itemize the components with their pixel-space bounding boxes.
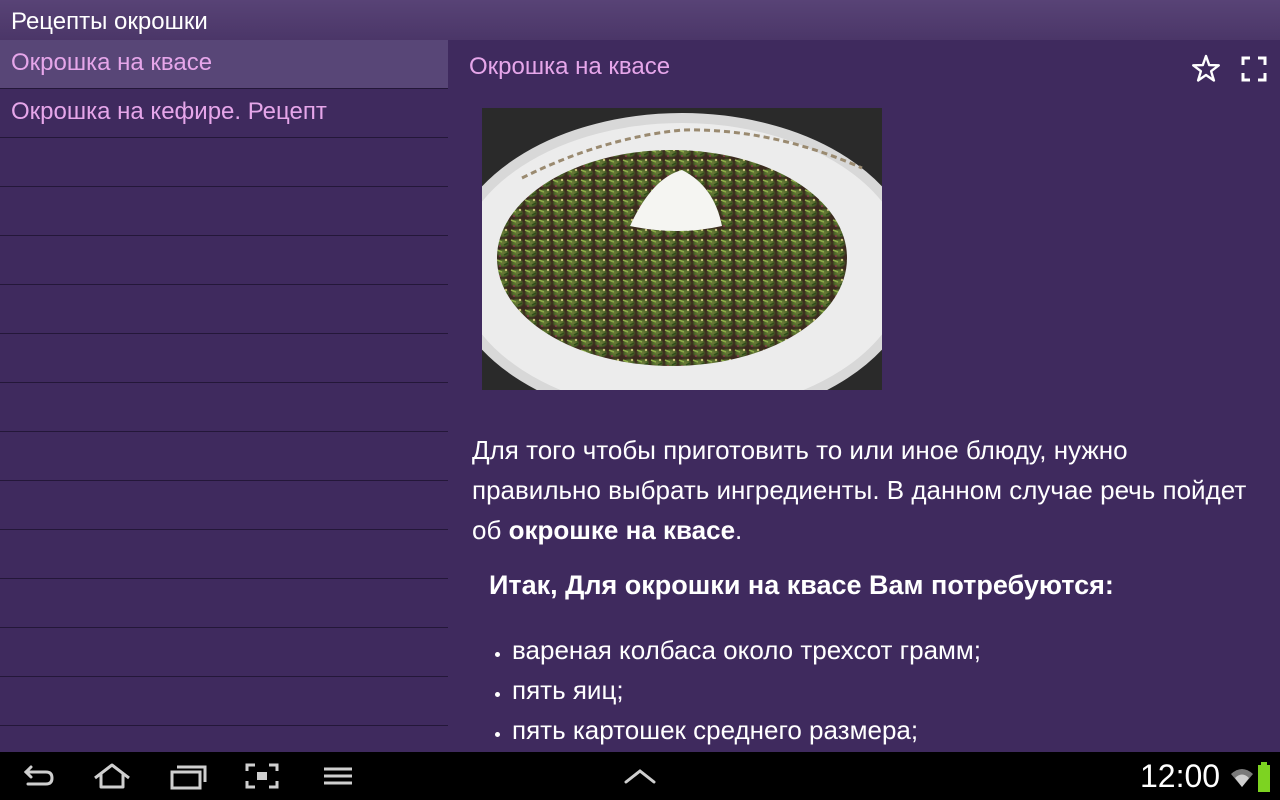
star-outline-icon[interactable]: [1188, 51, 1224, 87]
battery-icon: [1258, 762, 1270, 792]
list-item-empty: [0, 481, 448, 530]
home-icon[interactable]: [92, 758, 132, 794]
app-title: Рецепты окрошки: [11, 8, 208, 35]
list-item-empty: [0, 579, 448, 628]
list-item-empty: [0, 285, 448, 334]
ingredients-list: вареная колбаса около трехсот грамм; пят…: [491, 630, 981, 750]
recipe-list: Окрошка на квасе Окрошка на кефире. Реце…: [0, 40, 448, 752]
recent-apps-icon[interactable]: [168, 758, 208, 794]
list-item-empty: [0, 432, 448, 481]
back-icon[interactable]: [18, 758, 58, 794]
ingredient-item: пять яиц;: [491, 670, 981, 710]
list-item-empty: [0, 334, 448, 383]
chevron-up-icon[interactable]: [620, 758, 660, 794]
ingredient-item: пять картошек среднего размера;: [491, 710, 981, 750]
list-item-empty: [0, 677, 448, 726]
list-item-empty: [0, 236, 448, 285]
system-nav-bar: 12:00: [0, 752, 1280, 800]
okroshka-photo: [482, 108, 882, 390]
intro-paragraph: Для того чтобы приготовить то или иное б…: [472, 430, 1252, 550]
list-item-empty: [0, 628, 448, 677]
ingredient-item: вареная колбаса около трехсот грамм;: [491, 630, 981, 670]
fullscreen-icon[interactable]: [1236, 51, 1272, 87]
status-clock: 12:00: [1140, 758, 1221, 794]
list-item-recipe-2[interactable]: Окрошка на кефире. Рецепт: [0, 89, 448, 138]
intro-bold-text: окрошке на квасе: [508, 515, 736, 545]
list-item-label: Окрошка на кефире. Рецепт: [11, 98, 327, 125]
wifi-icon: [1231, 769, 1253, 787]
list-item-empty: [0, 187, 448, 236]
list-item-empty: [0, 383, 448, 432]
menu-icon[interactable]: [318, 758, 358, 794]
list-item-empty: [0, 530, 448, 579]
ingredients-heading: Итак, Для окрошки на квасе Вам потребуют…: [489, 570, 1114, 600]
action-bar: Рецепты окрошки: [0, 0, 1280, 40]
intro-end: .: [735, 515, 743, 545]
article-title: Окрошка на квасе: [469, 53, 671, 80]
list-item-empty: [0, 138, 448, 187]
list-item-recipe-1[interactable]: Окрошка на квасе: [0, 40, 448, 89]
screenshot-icon[interactable]: [242, 758, 282, 794]
article-pane: Окрошка на квасе Для того чтобы приготов…: [448, 40, 1280, 752]
list-item-label: Окрошка на квасе: [11, 49, 213, 76]
